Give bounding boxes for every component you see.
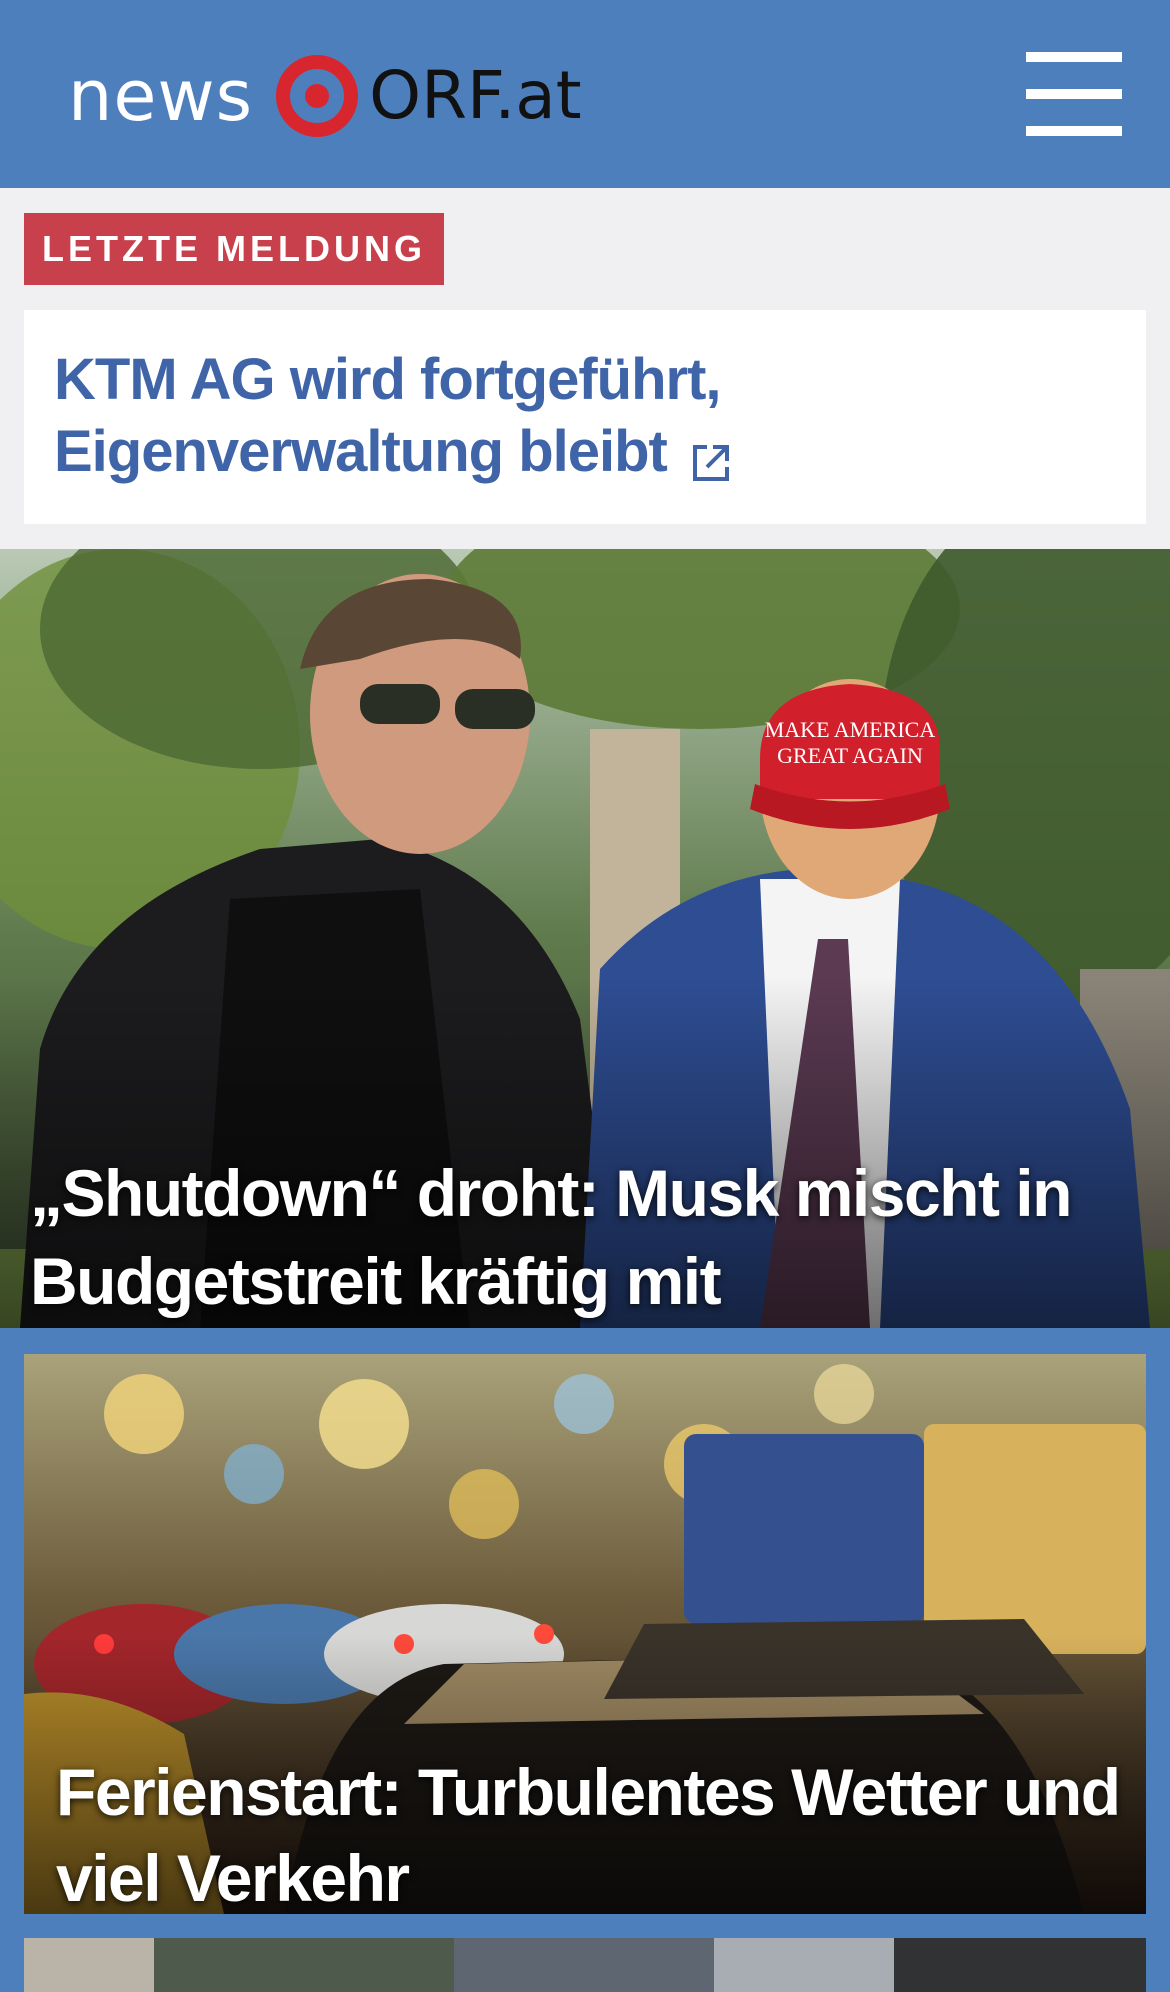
breaking-news-title: KTM AG wird fortgeführt, Eigenverwaltung…: [54, 347, 722, 484]
story-card[interactable]: Ferienstart: Turbulentes Wetter und viel…: [24, 1354, 1146, 1914]
breaking-news-badge: LETZTE MELDUNG: [24, 213, 444, 285]
story-headline: „Shutdown“ droht: Musk mischt in Budgets…: [30, 1156, 1072, 1318]
hamburger-menu-icon[interactable]: [1026, 52, 1122, 136]
top-header: news ORF.at: [0, 0, 1170, 188]
story-section: Ferienstart: Turbulentes Wetter und viel…: [0, 1328, 1170, 1992]
logo-orf-text: ORF.at: [369, 57, 582, 134]
menu-line: [1026, 52, 1122, 62]
logo-news-text: news: [68, 55, 254, 137]
external-link-icon: [692, 444, 729, 481]
menu-line: [1026, 89, 1122, 99]
breaking-news-link[interactable]: KTM AG wird fortgeführt, Eigenverwaltung…: [24, 310, 1146, 524]
story-headline: Ferienstart: Turbulentes Wetter und viel…: [56, 1755, 1121, 1914]
menu-line: [1026, 126, 1122, 136]
story-card[interactable]: [24, 1938, 1146, 1992]
site-logo[interactable]: news ORF.at: [68, 46, 582, 146]
story-photo: [24, 1938, 1146, 1992]
orf-target-logo-icon: [276, 55, 359, 137]
top-story-card[interactable]: MAKE AMERICA GREAT AGAIN „Shutdown“ droh…: [0, 549, 1170, 1328]
